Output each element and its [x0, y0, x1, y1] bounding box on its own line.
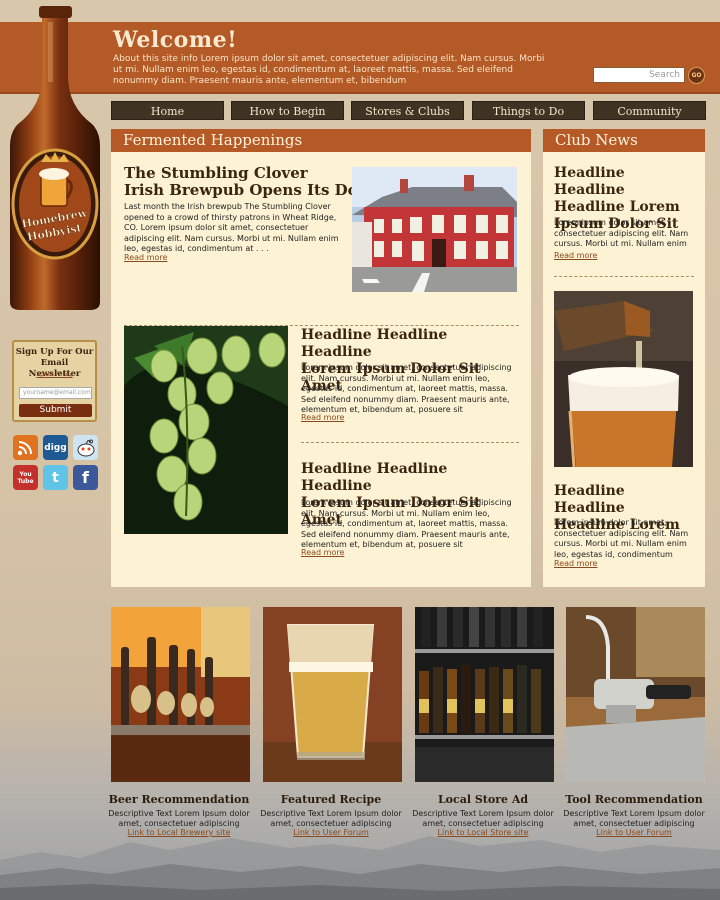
- feature-description: Descriptive Text Lorem Ipsum dolor amet,…: [260, 809, 402, 828]
- youtube-icon[interactable]: You Tube: [13, 465, 38, 490]
- section-divider: [554, 276, 694, 277]
- newsletter-email-input[interactable]: yourname@email.com: [19, 387, 92, 399]
- feature-link[interactable]: Link to Local Brewery site: [104, 828, 254, 837]
- homebrew-hobbyist-logo-bottle[interactable]: Homebrew Hobbyist: [8, 6, 102, 312]
- search-input[interactable]: Search: [593, 67, 685, 83]
- feature-title: Tool Recommendation: [565, 793, 703, 806]
- read-more-link[interactable]: Read more: [124, 253, 167, 262]
- section-divider: [301, 442, 519, 443]
- article-body: Last month the Irish brewpub The Stumbli…: [124, 202, 339, 253]
- newsletter-submit-button[interactable]: Submit: [19, 404, 92, 417]
- club-body: Lorem ipsum dolor sit amet, consectetuer…: [554, 518, 689, 559]
- article-headline: The Stumbling Clover Irish Brewpub Opens…: [124, 165, 384, 199]
- club-news-panel: Club News Headline Headline Headline Lor…: [543, 129, 705, 587]
- read-more-link[interactable]: Read more: [554, 251, 597, 260]
- read-more-link[interactable]: Read more: [554, 559, 597, 568]
- feature-link[interactable]: Link to User Forum: [256, 828, 406, 837]
- feature-link[interactable]: Link to Local Store site: [408, 828, 558, 837]
- mountain-background: [0, 836, 720, 900]
- article-headline-line1: Headline Headline Headline: [301, 327, 448, 360]
- read-more-link[interactable]: Read more: [301, 413, 344, 422]
- nav-home[interactable]: Home: [111, 101, 224, 120]
- read-more-link[interactable]: Read more: [301, 548, 344, 557]
- feature-link[interactable]: Link to User Forum: [559, 828, 709, 837]
- fermented-happenings-panel: Fermented Happenings The Stumbling Clove…: [111, 129, 531, 587]
- beer-taps-photo[interactable]: [111, 607, 250, 782]
- twitter-icon[interactable]: t: [43, 465, 68, 490]
- article-headline-line1: Headline Headline Headline: [301, 461, 448, 494]
- search-go-button[interactable]: GO: [688, 67, 705, 84]
- header-banner: Welcome! About this site info Lorem ipsu…: [0, 22, 720, 94]
- nav-community[interactable]: Community: [593, 101, 706, 120]
- nav-how-to-begin[interactable]: How to Begin: [231, 101, 344, 120]
- nav-stores-clubs[interactable]: Stores & Clubs: [351, 101, 464, 120]
- feature-description: Descriptive Text Lorem Ipsum dolor amet,…: [563, 809, 705, 828]
- facebook-icon[interactable]: f: [73, 465, 98, 490]
- rss-icon[interactable]: [13, 435, 38, 460]
- article-headline-line1: The Stumbling Clover: [124, 164, 308, 182]
- reddit-icon[interactable]: [73, 435, 98, 460]
- fermented-happenings-heading: Fermented Happenings: [111, 129, 531, 152]
- article-headline-line2: Irish Brewpub Opens Its Doors: [124, 181, 384, 199]
- club-news-heading: Club News: [543, 129, 705, 152]
- beer-pour-photo: [554, 291, 693, 467]
- nav-things-to-do[interactable]: Things to Do: [472, 101, 585, 120]
- site-intro-text: About this site info Lorem ipsum dolor s…: [113, 54, 545, 86]
- beer-tap-tool-photo[interactable]: [566, 607, 705, 782]
- beer-fridge-photo[interactable]: [415, 607, 554, 782]
- newsletter-title-line1: Sign Up For Our: [15, 347, 94, 357]
- pub-photo: [352, 167, 517, 292]
- feature-title: Local Store Ad: [437, 793, 529, 806]
- newsletter-signup: Sign Up For Our Email Newsletter Spam Po…: [12, 340, 97, 422]
- feature-title: Beer Recommendation: [108, 793, 250, 806]
- welcome-title: Welcome!: [113, 27, 238, 53]
- article-body: Lorem ipsum dolor sit amet, consectetuer…: [301, 498, 512, 549]
- hops-photo: [124, 326, 288, 534]
- digg-icon[interactable]: digg: [43, 435, 68, 460]
- feature-title: Featured Recipe: [280, 793, 382, 806]
- article-body: Lorem ipsum dolor sit amet, consectetuer…: [301, 363, 512, 414]
- club-body: Lorem ipsum dolor sit amet, consectetuer…: [554, 218, 689, 248]
- spam-policy-link[interactable]: Spam Policy: [14, 371, 95, 378]
- feature-description: Descriptive Text Lorem Ipsum dolor amet,…: [108, 809, 250, 828]
- beer-glass-photo[interactable]: [263, 607, 402, 782]
- feature-description: Descriptive Text Lorem Ipsum dolor amet,…: [412, 809, 554, 828]
